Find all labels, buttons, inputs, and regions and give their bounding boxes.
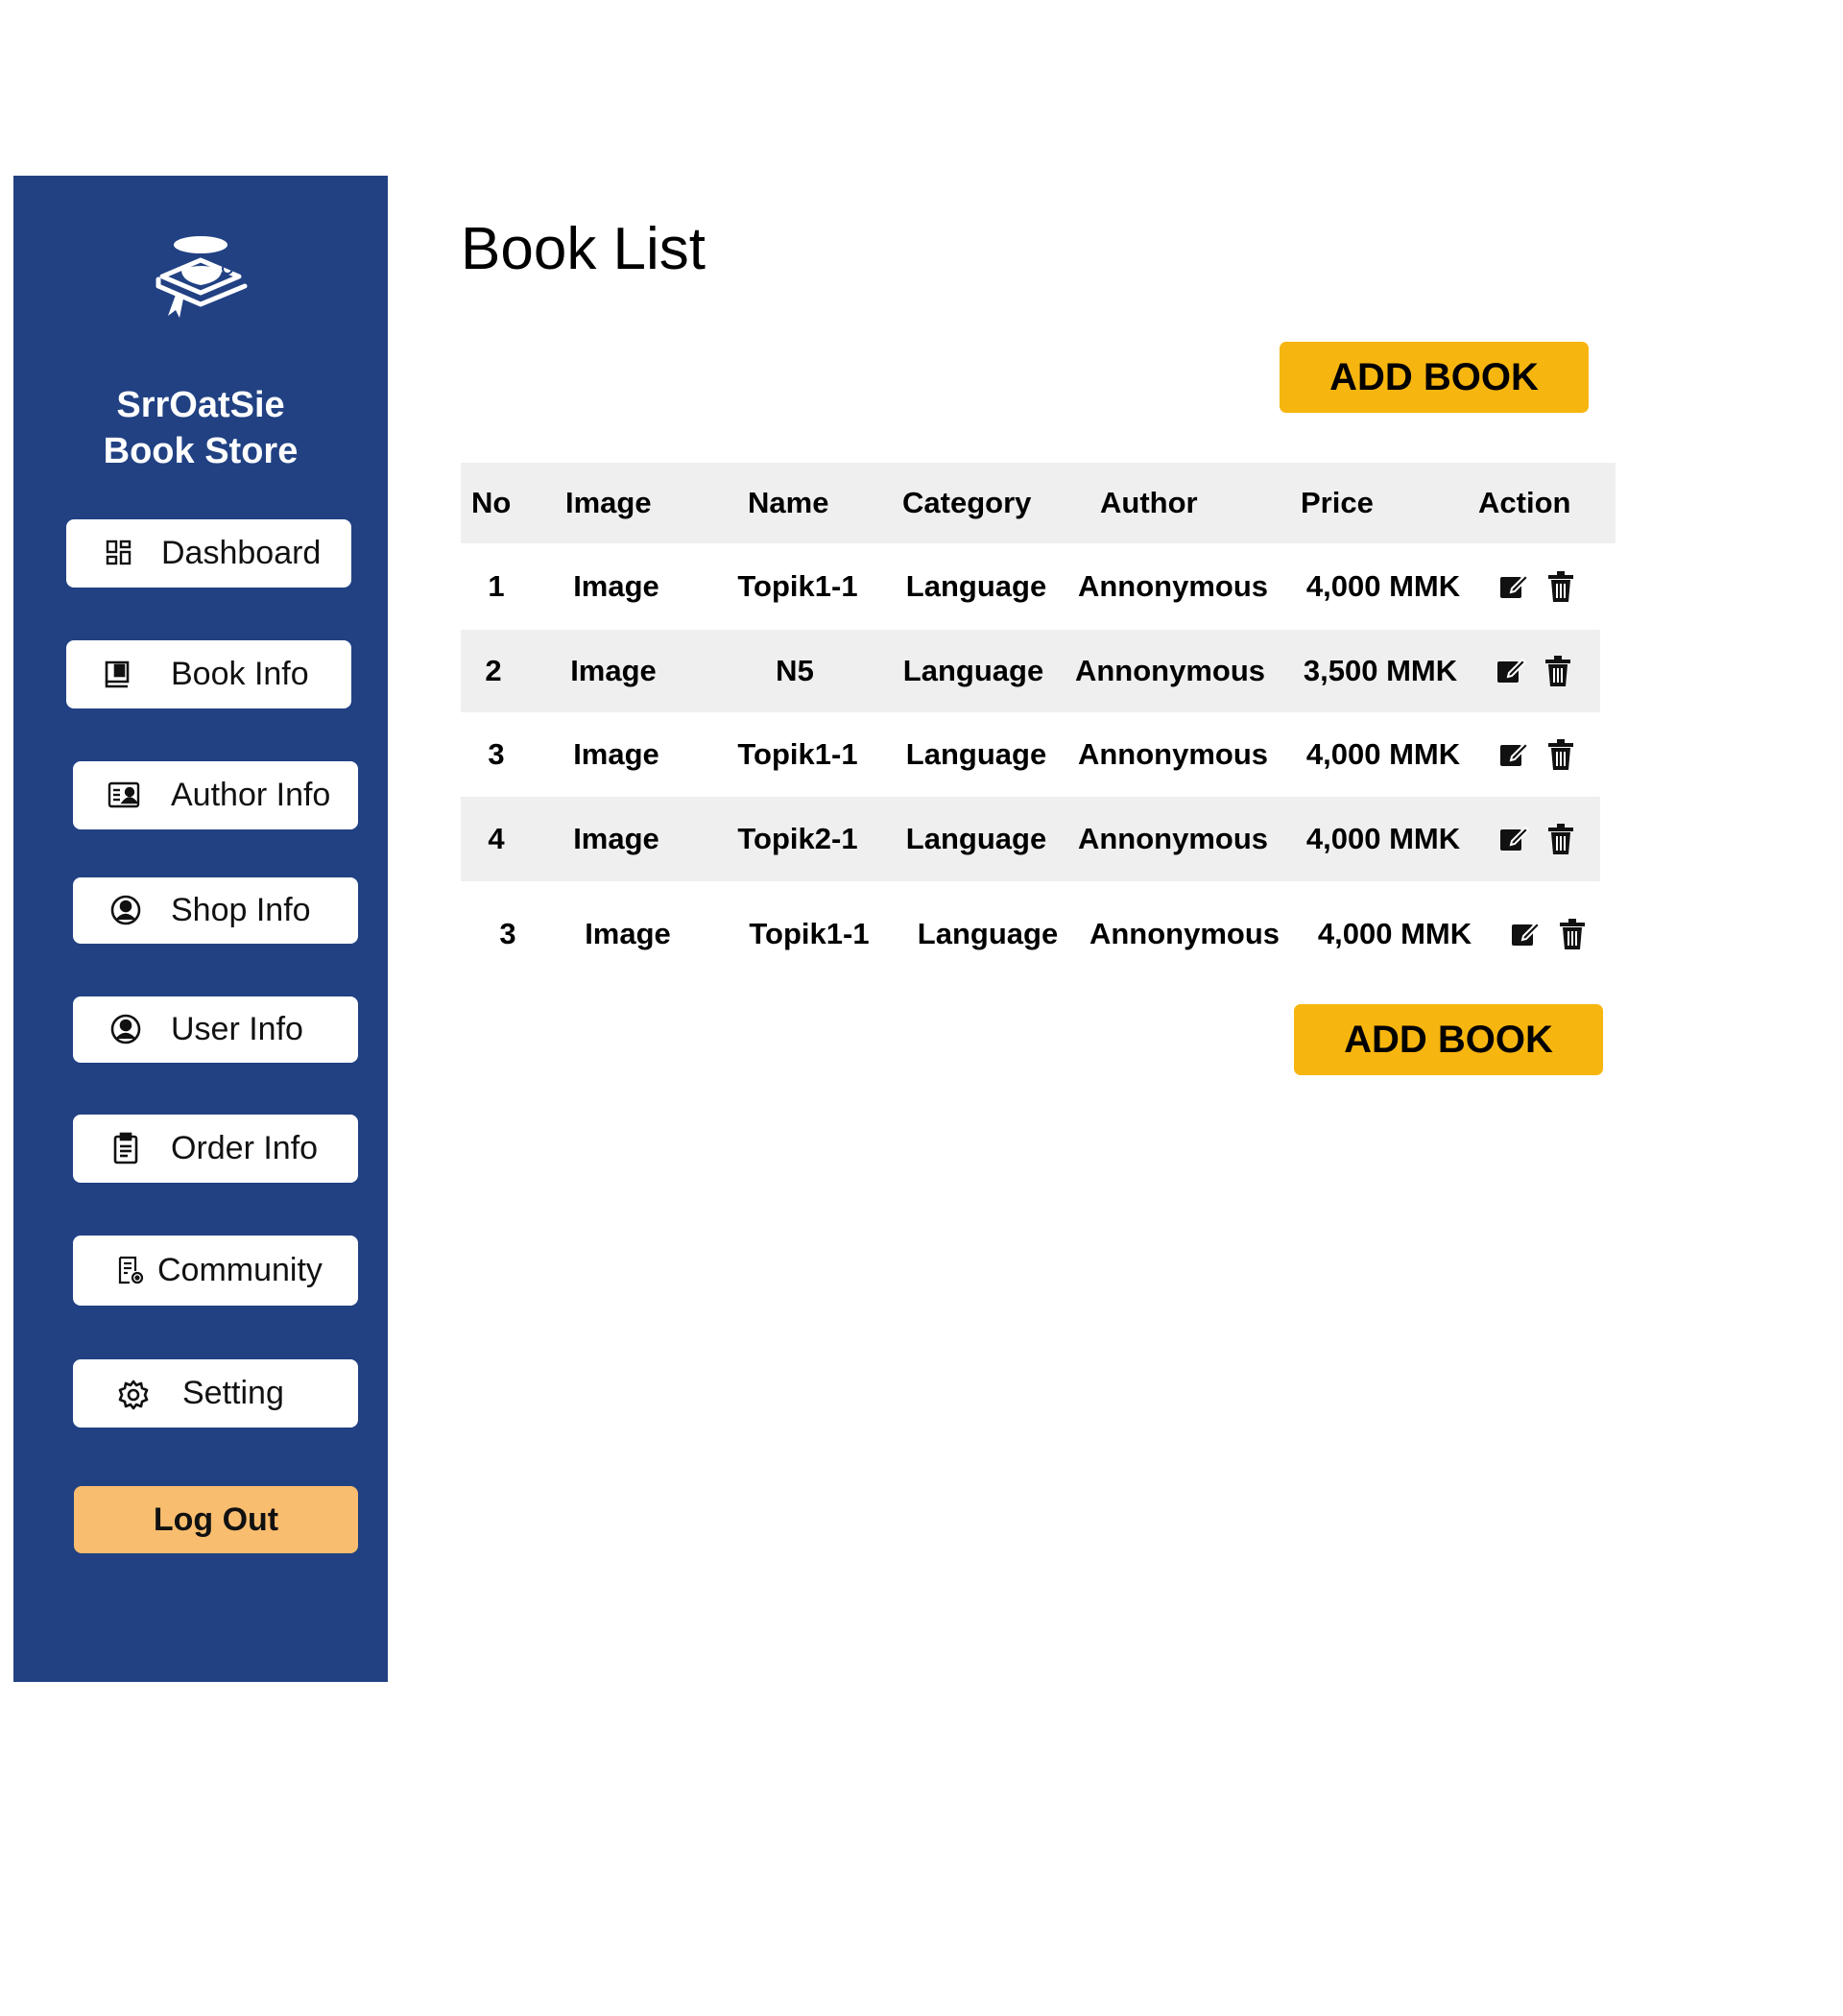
brand-name: SrrOatSie Book Store <box>13 382 388 474</box>
edit-icon[interactable] <box>1498 739 1530 772</box>
edit-icon[interactable] <box>1496 656 1527 688</box>
table-row: 3 Image Topik1-1 Language Annonymous 4,000 MM… <box>461 881 1600 983</box>
page-title: Book List <box>461 216 706 282</box>
dashboard-grid-icon <box>103 537 135 569</box>
cell-category: Language <box>905 569 1047 603</box>
sidebar-item-setting[interactable]: Setting <box>73 1359 358 1428</box>
sidebar-item-order-info[interactable]: Order Info <box>73 1115 358 1183</box>
sidebar-item-label: Author Info <box>171 777 331 813</box>
column-header-category: Category <box>902 486 1032 519</box>
cell-price: 3,500 MMK <box>1303 654 1458 687</box>
user-circle-icon <box>109 1013 142 1045</box>
logout-button[interactable]: Log Out <box>74 1486 358 1553</box>
sidebar: SrrOatSie Book Store Dashboard Book Info <box>13 176 388 1682</box>
trash-icon[interactable] <box>1558 918 1589 950</box>
trash-icon[interactable] <box>1546 738 1577 771</box>
cell-no: 3 <box>488 737 505 771</box>
document-gear-icon <box>115 1255 148 1287</box>
cell-no: 4 <box>488 822 505 855</box>
sidebar-item-label: Dashboard <box>161 535 322 571</box>
sidebar-item-label: Setting <box>182 1375 284 1411</box>
sidebar-item-label: Order Info <box>171 1130 319 1166</box>
cell-category: Language <box>902 654 1044 687</box>
cell-price: 4,000 MMK <box>1305 822 1461 855</box>
sidebar-item-author-info[interactable]: Author Info <box>73 761 358 829</box>
brand-line-1: SrrOatSie <box>116 385 285 425</box>
sidebar-item-label: Book Info <box>171 656 309 692</box>
column-header-price: Price <box>1301 486 1374 519</box>
cell-name: Topik2-1 <box>737 822 858 855</box>
table-header: No Image Name Category Author Price Acti… <box>461 463 1616 543</box>
add-book-button-bottom[interactable]: ADD BOOK <box>1294 1004 1603 1075</box>
cell-author: Annonymous <box>1074 654 1266 687</box>
sidebar-item-book-info[interactable]: Book Info <box>66 640 351 708</box>
cell-category: Language <box>905 822 1047 855</box>
cell-name: Topik1-1 <box>749 917 870 950</box>
cell-price: 4,000 MMK <box>1317 917 1472 950</box>
cell-name: N5 <box>776 654 814 687</box>
cell-name: Topik1-1 <box>737 737 858 771</box>
trash-icon[interactable] <box>1546 570 1577 603</box>
cell-image: Image <box>573 822 659 855</box>
sidebar-item-label: User Info <box>171 1011 303 1047</box>
cell-no: 1 <box>488 569 505 603</box>
table-row: 2 Image N5 Language Annonymous 3,500 MMK <box>461 630 1600 712</box>
cell-no: 2 <box>485 654 502 687</box>
id-card-icon <box>108 779 140 811</box>
table-row: 4 Image Topik2-1 Language Annonymous 4,000 MM… <box>461 797 1600 881</box>
trash-icon[interactable] <box>1544 655 1574 687</box>
sidebar-item-community[interactable]: Community <box>73 1236 358 1306</box>
column-header-author: Author <box>1100 486 1198 519</box>
cell-image: Image <box>585 917 671 950</box>
cell-category: Language <box>917 917 1059 950</box>
cell-image: Image <box>570 654 657 687</box>
cell-author: Annonymous <box>1077 737 1269 771</box>
trash-icon[interactable] <box>1546 823 1577 855</box>
edit-icon[interactable] <box>1498 571 1530 604</box>
cell-price: 4,000 MMK <box>1305 569 1461 603</box>
cell-author: Annonymous <box>1077 822 1269 855</box>
edit-icon[interactable] <box>1510 919 1542 951</box>
column-header-name: Name <box>748 486 829 519</box>
sidebar-item-label: Community <box>157 1252 323 1288</box>
cell-name: Topik1-1 <box>737 569 858 603</box>
clipboard-icon <box>109 1132 142 1164</box>
user-circle-icon <box>109 894 142 926</box>
edit-icon[interactable] <box>1498 824 1530 856</box>
book-icon <box>101 658 133 690</box>
cell-author: Annonymous <box>1089 917 1281 950</box>
column-header-action: Action <box>1478 486 1571 519</box>
brand-line-2: Book Store <box>103 431 299 471</box>
sidebar-item-shop-info[interactable]: Shop Info <box>73 877 358 944</box>
cell-no: 3 <box>499 917 516 950</box>
cell-price: 4,000 MMK <box>1305 737 1461 771</box>
cell-image: Image <box>573 569 659 603</box>
sidebar-item-label: Shop Info <box>171 892 311 928</box>
add-book-button-top[interactable]: ADD BOOK <box>1280 342 1589 413</box>
cell-author: Annonymous <box>1077 569 1269 603</box>
cell-image: Image <box>573 737 659 771</box>
column-header-no: No <box>471 486 512 519</box>
gear-icon <box>117 1379 150 1411</box>
sidebar-item-user-info[interactable]: User Info <box>73 996 358 1063</box>
table-row: 1 Image Topik1-1 Language Annonymous 4,000 MM… <box>461 543 1600 630</box>
cell-category: Language <box>905 737 1047 771</box>
table-row: 3 Image Topik1-1 Language Annonymous 4,000 MM… <box>461 712 1600 797</box>
book-stack-icon <box>13 233 388 329</box>
sidebar-item-dashboard[interactable]: Dashboard <box>66 519 351 588</box>
column-header-image: Image <box>565 486 652 519</box>
